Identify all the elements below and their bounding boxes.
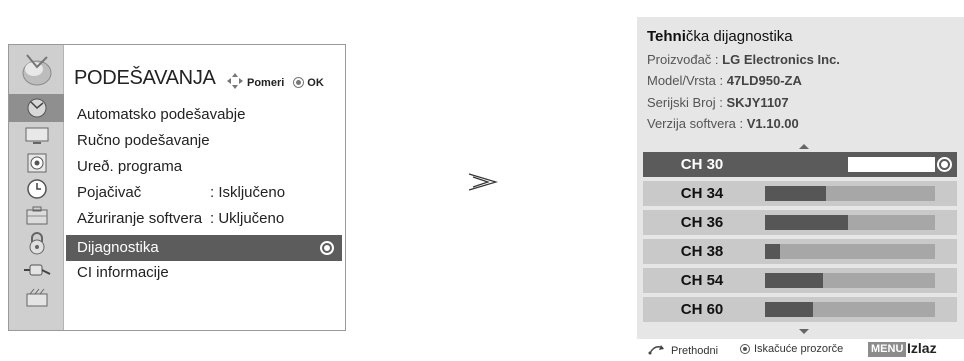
signal-bar <box>765 157 935 172</box>
lock-icon[interactable] <box>22 232 52 255</box>
manufacturer-info: Proizvođač : LG Electronics Inc. <box>647 52 840 67</box>
exit-label[interactable]: Izlaz <box>907 340 937 356</box>
previous-label: Prethodni <box>671 344 719 357</box>
popup-label: Iskačuće prozorče <box>754 343 844 355</box>
menu-key-badge[interactable]: MENU <box>868 342 907 357</box>
serial-info: Serijski Broj : SKJY1107 <box>647 95 789 110</box>
speaker-icon[interactable] <box>22 152 52 174</box>
usb-media-icon[interactable] <box>22 286 52 308</box>
software-version-info: Verzija softvera : V1.10.00 <box>647 116 799 131</box>
signal-fill <box>765 157 849 172</box>
signal-fill <box>765 186 827 201</box>
scroll-down-icon[interactable] <box>799 329 809 334</box>
channel-name: CH 30 <box>680 156 724 173</box>
signal-bar <box>765 273 935 288</box>
signal-bar <box>765 215 935 230</box>
setup-menu: PODEŠAVANJA Pomeri OK Automatsko podešav… <box>8 44 346 331</box>
channel-row[interactable]: CH 54 <box>643 268 957 293</box>
channel-name: CH 36 <box>680 214 724 231</box>
diagnostics-title: Tehnička dijagnostika <box>647 28 793 45</box>
signal-fill <box>765 244 781 259</box>
satellite-dish-icon[interactable] <box>9 94 64 122</box>
nav-move-label: Pomeri <box>247 76 285 89</box>
popup-button[interactable]: Iskačuće prozorče <box>740 343 843 355</box>
channel-name: CH 54 <box>680 272 724 289</box>
menu-item-auto-tuning[interactable]: Automatsko podešavabje <box>75 102 343 128</box>
menu-item-value: : Isključeno <box>210 184 286 201</box>
menu-item-label: CI informacije <box>77 264 169 281</box>
menu-item-program-edit[interactable]: Ureð. programa <box>75 154 343 180</box>
model-info: Model/Vrsta : 47LD950-ZA <box>647 73 802 88</box>
back-arrow-icon <box>647 343 667 358</box>
options-icon[interactable] <box>22 205 52 227</box>
input-plug-icon[interactable] <box>22 259 52 281</box>
menu-item-label: Dijagnostika <box>77 239 159 256</box>
channel-row[interactable]: CH 34 <box>643 181 957 206</box>
menu-item-value: : Uključeno <box>210 210 285 227</box>
channel-row[interactable]: CH 38 <box>643 239 957 264</box>
selected-radio-icon <box>937 157 952 172</box>
menu-title: PODEŠAVANJA <box>74 67 216 89</box>
scroll-up-icon[interactable] <box>799 144 809 149</box>
menu-item-label: Ručno podešavanje <box>77 132 210 149</box>
diagnostics-panel: Tehnička dijagnostika Proizvođač : LG El… <box>637 17 964 361</box>
menu-item-diagnostics[interactable]: Dijagnostika <box>66 235 342 261</box>
channel-name: CH 60 <box>680 301 724 318</box>
signal-bar <box>765 302 935 317</box>
signal-bar <box>765 186 935 201</box>
signal-fill <box>765 273 823 288</box>
clock-icon[interactable] <box>22 178 52 200</box>
channel-row[interactable]: CH 36 <box>643 210 957 235</box>
channel-name: CH 38 <box>680 243 724 260</box>
setup-header-icon <box>17 49 57 91</box>
previous-button[interactable]: Prethodni <box>647 343 718 358</box>
move-arrows-icon <box>226 72 244 93</box>
signal-fill <box>765 302 813 317</box>
tv-screen-icon[interactable] <box>22 125 52 147</box>
menu-item-manual-tuning[interactable]: Ručno podešavanje <box>75 128 343 154</box>
ok-button-icon <box>293 77 305 88</box>
signal-fill <box>765 215 849 230</box>
channel-row[interactable]: CH 30 <box>643 152 957 177</box>
menu-item-label: Automatsko podešavabje <box>77 106 246 123</box>
selected-radio-icon <box>320 241 334 255</box>
menu-item-label: Ažuriranje softvera <box>77 210 203 227</box>
ok-button-icon <box>740 344 750 354</box>
menu-item-ci-info[interactable]: CI informacije <box>75 260 343 286</box>
diagnostics-footer: Prethodni Iskačuće prozorče MENU Izlaz <box>637 339 964 361</box>
menu-item-booster[interactable]: Pojačivač : Isključeno <box>75 180 343 206</box>
nav-ok-label: OK <box>307 76 324 89</box>
menu-item-label: Ureð. programa <box>77 158 183 175</box>
channel-name: CH 34 <box>680 185 724 202</box>
transition-arrow-icon <box>468 173 499 196</box>
signal-bar <box>765 244 935 259</box>
channel-row[interactable]: CH 60 <box>643 297 957 322</box>
menu-nav-hint: Pomeri OK <box>226 72 324 93</box>
menu-item-label: Pojačivač <box>77 184 142 201</box>
menu-item-software-update[interactable]: Ažuriranje softvera : Uključeno <box>75 206 343 232</box>
